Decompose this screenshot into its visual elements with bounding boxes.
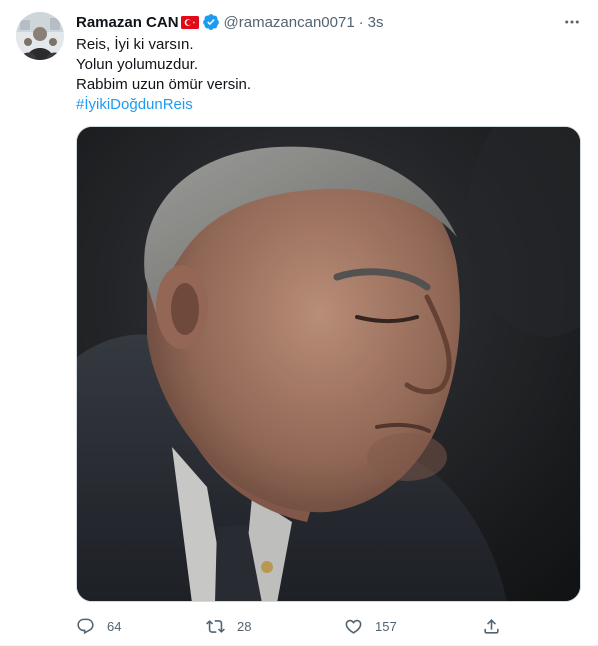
more-icon[interactable] bbox=[562, 12, 582, 32]
tweet-timestamp[interactable]: 3s bbox=[368, 14, 384, 31]
tweet-text-line: Rabbim uzun ömür versin. bbox=[76, 76, 252, 93]
reply-count: 64 bbox=[107, 618, 122, 634]
tweet-text: Reis, İyi ki varsın. Yolun yolumuzdur. R… bbox=[76, 35, 576, 115]
avatar-image bbox=[16, 12, 64, 60]
tweet-header: Ramazan CAN @ramazancan0071 · 3s bbox=[76, 12, 582, 32]
portrait-photo-image bbox=[77, 127, 580, 601]
reply-button[interactable]: 64 bbox=[76, 614, 121, 638]
tweet[interactable]: Ramazan CAN @ramazancan0071 · 3s Reis, İ… bbox=[0, 0, 598, 646]
tweet-text-line: Reis, İyi ki varsın. bbox=[76, 36, 194, 53]
heart-icon bbox=[345, 619, 362, 634]
separator-dot: · bbox=[358, 13, 364, 31]
like-button[interactable]: 157 bbox=[344, 614, 397, 638]
verified-badge-icon bbox=[202, 13, 220, 31]
author-name[interactable]: Ramazan CAN bbox=[76, 14, 179, 31]
reply-icon bbox=[77, 618, 94, 634]
like-count: 157 bbox=[375, 618, 397, 634]
tweet-actions: 64 28 157 bbox=[76, 614, 576, 638]
retweet-count: 28 bbox=[237, 618, 252, 634]
hashtag-link[interactable]: #İyikiDoğdunReis bbox=[76, 95, 576, 115]
retweet-icon bbox=[206, 619, 225, 633]
author-handle[interactable]: @ramazancan0071 bbox=[224, 14, 355, 31]
turkey-flag-icon bbox=[180, 15, 199, 29]
tweet-text-line: Yolun yolumuzdur. bbox=[76, 56, 199, 73]
share-button[interactable] bbox=[482, 614, 501, 638]
avatar[interactable] bbox=[16, 12, 64, 60]
retweet-button[interactable]: 28 bbox=[206, 614, 251, 638]
share-icon bbox=[484, 618, 499, 634]
tweet-photo[interactable] bbox=[76, 126, 581, 602]
